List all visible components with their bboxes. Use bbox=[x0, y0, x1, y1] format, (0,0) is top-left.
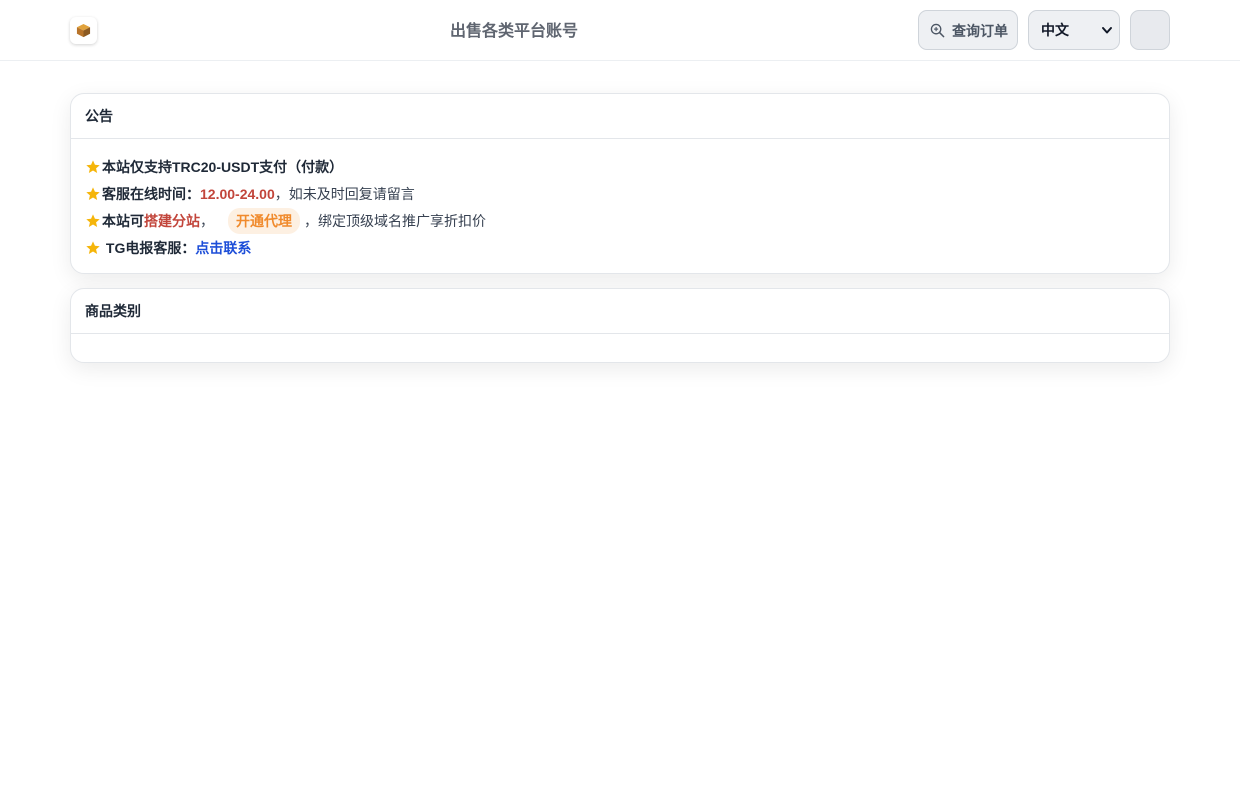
notice-line-payment: 本站仅支持TRC20-USDT支付（付款） bbox=[85, 153, 1155, 180]
top-navbar: 出售各类平台账号 查询订单 中文 bbox=[0, 0, 1240, 61]
notice-line-telegram: TG电报客服： 点击联系 bbox=[85, 234, 1155, 261]
notice-line-agent: 本站可 搭建分站 ， 开通代理 ，绑定顶级域名推广享折扣价 bbox=[85, 207, 1155, 234]
site-title: 出售各类平台账号 bbox=[450, 23, 579, 40]
product-categories-title: 商品类别 bbox=[71, 289, 1169, 334]
star-icon bbox=[86, 240, 100, 254]
notice-agent-suffix: ，绑定顶级域名推广享折扣价 bbox=[304, 212, 486, 229]
notice-agent-comma: ， bbox=[200, 212, 214, 229]
chevron-down-icon bbox=[1102, 27, 1112, 34]
announcement-title: 公告 bbox=[71, 94, 1169, 139]
star-icon bbox=[86, 159, 100, 173]
star-icon bbox=[86, 213, 100, 227]
product-categories-card: 商品类别 bbox=[70, 288, 1170, 363]
contact-support-link[interactable]: 点击联系 bbox=[195, 238, 251, 258]
zoom-in-icon bbox=[930, 23, 945, 37]
notice-agent-prefix: 本站可 bbox=[102, 212, 144, 229]
notice-hours-suffix: ，如未及时回复请留言 bbox=[274, 185, 415, 202]
language-selected-value: 中文 bbox=[1041, 22, 1069, 38]
query-order-button[interactable]: 查询订单 bbox=[918, 10, 1018, 50]
notice-payment-text: 本站仅支持TRC20-USDT支付（付款） bbox=[102, 158, 344, 175]
box-logo-icon bbox=[76, 23, 91, 38]
announcement-card: 公告 本站仅支持TRC20-USDT支付（付款） 客服在线时间： 12.00-2… bbox=[70, 93, 1170, 274]
notice-hours-label: 客服在线时间： bbox=[102, 185, 200, 202]
site-logo[interactable] bbox=[70, 17, 97, 44]
open-agent-badge[interactable]: 开通代理 bbox=[228, 207, 300, 234]
language-select[interactable]: 中文 bbox=[1028, 10, 1120, 50]
star-icon bbox=[86, 186, 100, 200]
user-menu-button[interactable] bbox=[1130, 10, 1170, 50]
announcement-body: 本站仅支持TRC20-USDT支付（付款） 客服在线时间： 12.00-24.0… bbox=[71, 139, 1169, 261]
notice-telegram-label: TG电报客服： bbox=[102, 239, 196, 256]
query-order-label: 查询订单 bbox=[952, 23, 1008, 39]
notice-hours-value: 12.00-24.00 bbox=[200, 185, 275, 202]
notice-substation-highlight: 搭建分站 bbox=[144, 212, 200, 229]
notice-line-hours: 客服在线时间： 12.00-24.00 ，如未及时回复请留言 bbox=[85, 180, 1155, 207]
